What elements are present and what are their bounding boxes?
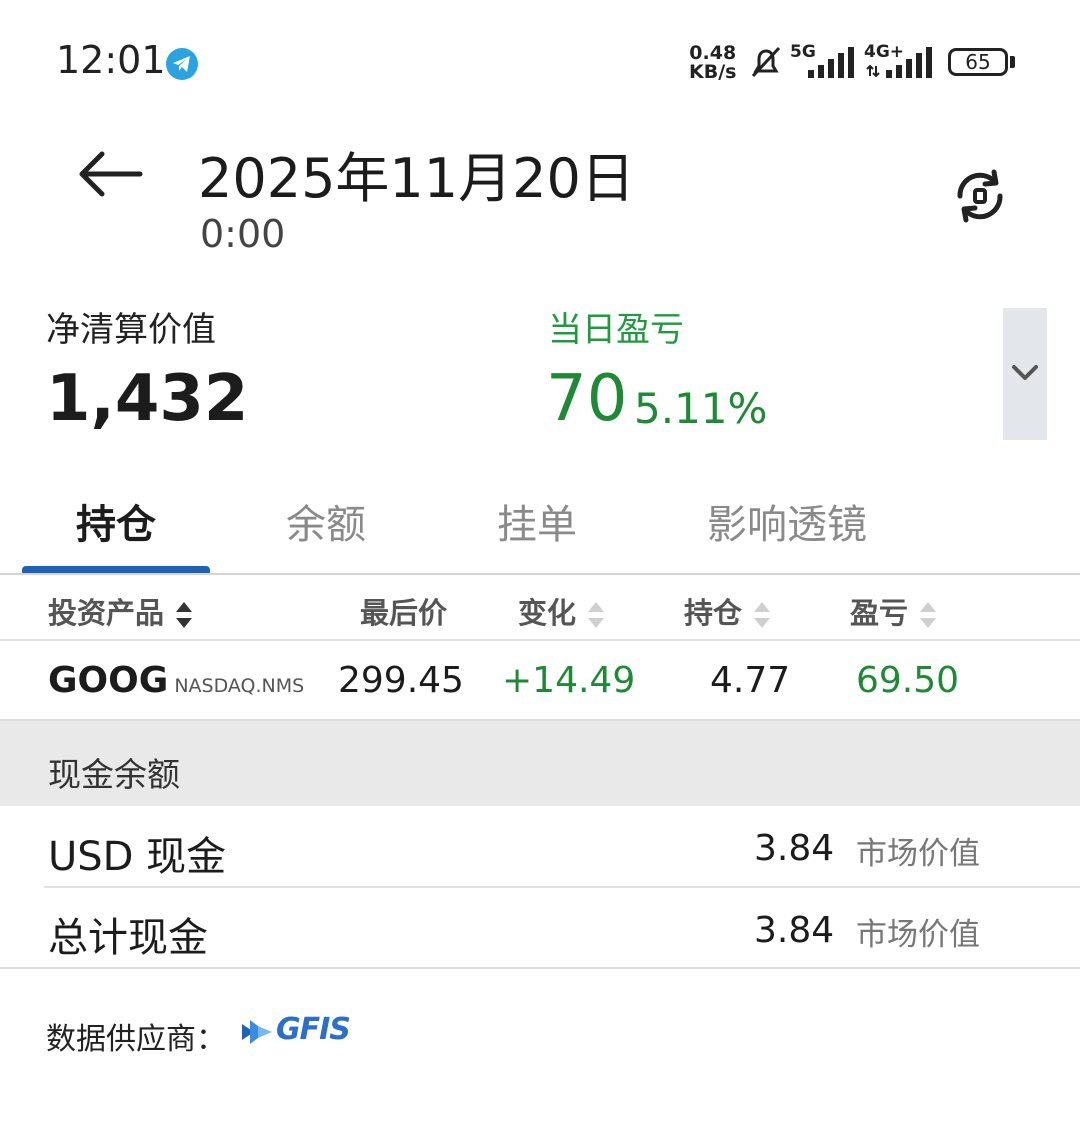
net-liquidation-label: 净清算价值 [46,310,216,350]
chevron-down-icon [1012,365,1038,380]
cash-row-label: 总计现金 [48,915,208,961]
signal-strength-icon [806,46,856,82]
cash-divider [44,886,1080,888]
column-header-change-label: 变化 [518,596,577,630]
network-speed-unit: KB/s [689,61,737,83]
position-exchange: NASDAQ.NMS [174,675,305,697]
back-button[interactable] [76,148,144,200]
daily-pnl-percent: 5.11% [634,384,768,433]
mute-bell-icon [748,44,784,84]
position-quantity: 4.77 [710,660,791,701]
column-header-change[interactable]: 变化 [518,590,606,632]
telegram-icon [166,48,198,80]
signal-strength-icon [866,46,936,82]
column-header-position-label: 持仓 [684,596,743,630]
column-header-last-price[interactable]: 最后价 [360,590,447,632]
daily-pnl-value: 70 [546,362,628,436]
tab-impact-lens[interactable]: 影响透镜 [707,492,867,550]
net-liquidation-value: 1,432 [46,362,249,436]
refresh-icon [957,169,1003,223]
cash-row-value: 3.84 [754,910,835,951]
position-change: +14.49 [502,660,636,701]
page-subtitle-time: 0:00 [200,212,286,256]
tab-positions[interactable]: 持仓 [76,492,156,550]
gfis-logo [240,1014,276,1050]
status-bar: 12:01 0.48 KB/s 5G 4G+ 65 [0,0,1080,110]
position-pnl: 69.50 [856,660,960,701]
cash-row-label: USD 现金 [48,834,227,880]
gfis-logo-mark [242,1020,272,1044]
cash-row-value: 3.84 [754,828,835,869]
status-time: 12:01 [56,38,166,82]
tab-orders[interactable]: 挂单 [497,492,577,550]
position-symbol: GOOG [48,660,169,701]
column-header-pnl-label: 盈亏 [850,596,909,630]
back-arrow-icon [79,151,143,197]
daily-pnl-label: 当日盈亏 [548,310,684,350]
battery-nub [1010,56,1015,68]
sort-icon [754,602,771,628]
tabs-divider [0,573,1080,575]
expand-summary-button[interactable] [1003,308,1047,440]
column-header-instrument[interactable]: 投资产品 [48,590,194,632]
sort-icon [920,602,937,628]
sort-icon [176,602,193,628]
gfis-logo-text: GFIS [276,1012,351,1047]
cash-row-suffix: 市场价值 [856,836,980,872]
page-title-date: 2025年11月20日 [198,147,635,210]
position-symbol-cell: GOOG NASDAQ.NMS [48,660,304,701]
column-header-pnl[interactable]: 盈亏 [850,590,938,632]
cash-row-suffix: 市场价值 [856,917,980,953]
battery-icon: 65 [948,48,1008,76]
sort-icon [588,602,605,628]
refresh-button[interactable] [950,166,1010,226]
cash-section-title: 现金余额 [48,755,180,794]
network-speed: 0.48 KB/s [689,44,736,82]
position-last-price: 299.45 [338,660,464,701]
column-header-instrument-label: 投资产品 [48,596,165,630]
tab-balances[interactable]: 余额 [286,492,366,550]
column-header-position[interactable]: 持仓 [684,590,772,632]
data-provider-label: 数据供应商： [46,1022,226,1057]
cash-divider [0,967,1080,969]
